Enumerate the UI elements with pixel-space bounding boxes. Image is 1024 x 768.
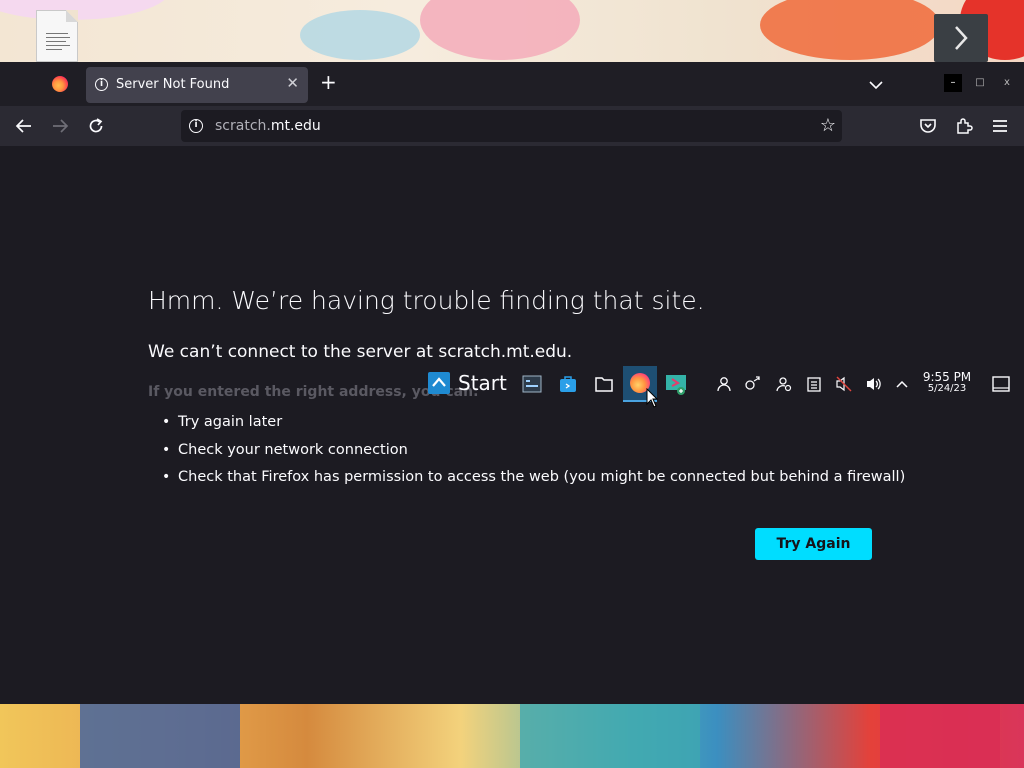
network-share-icon[interactable] [744,375,762,393]
list-all-tabs-chevron-icon[interactable] [868,76,884,95]
clipboard-icon[interactable] [805,375,823,393]
pocket-icon[interactable] [917,116,939,136]
remote-desktop-icon[interactable] [660,368,692,400]
list-item: Try again later [148,414,905,442]
clock-time: 9:55 PM [922,370,972,384]
volume-icon[interactable] [865,375,883,393]
new-tab-plus-icon[interactable]: + [320,72,337,92]
store-icon[interactable] [552,368,584,400]
list-item: Check that Firefox has permission to acc… [148,469,905,497]
info-icon: i [95,78,108,91]
task-view-icon[interactable] [516,368,548,400]
list-item: Check your network connection [148,442,905,470]
start-logo-icon [428,372,450,394]
show-desktop-icon[interactable] [992,375,1010,393]
site-info-icon[interactable]: i [189,119,203,133]
start-button[interactable]: Start [428,371,507,395]
suggestions-list: Try again later Check your network conne… [148,414,905,497]
window-minimize-button[interactable]: – [944,74,962,92]
user-settings-icon[interactable] [775,375,793,393]
firefox-logo-icon[interactable] [52,76,68,92]
error-title: Hmm. We’re having trouble finding that s… [148,286,705,315]
desktop-text-file-icon[interactable] [36,10,78,62]
desktop-next-arrow-icon[interactable] [934,14,988,62]
user-icon[interactable] [715,375,733,393]
window-close-button[interactable]: x [998,74,1016,92]
tab-title: Server Not Found [116,77,230,92]
tab-close-icon[interactable]: ✕ [286,74,299,92]
clock[interactable]: 9:55 PM 5/24/23 [920,370,974,394]
hamburger-menu-icon[interactable] [989,116,1011,136]
file-explorer-folder-icon[interactable] [588,368,620,400]
error-subtitle: We can’t connect to the server at scratc… [148,342,573,362]
mute-icon[interactable] [835,375,853,393]
back-arrow-icon[interactable] [13,116,35,136]
extensions-puzzle-icon[interactable] [953,116,975,136]
forward-arrow-icon[interactable] [49,116,71,136]
start-label: Start [458,371,507,395]
tab-active[interactable]: i Server Not Found ✕ [86,67,308,103]
url-bar[interactable]: i scratch.mt.edu ☆ [181,110,842,142]
bookmark-star-icon[interactable]: ☆ [820,115,836,136]
taskbar: Start 9:55 PM 5/24/23 [420,362,1024,408]
clock-date: 5/24/23 [927,383,967,394]
tab-bar: i Server Not Found ✕ + – □ x [0,62,1024,106]
url-text[interactable]: scratch.mt.edu [215,118,321,134]
window-maximize-button[interactable]: □ [971,74,989,92]
chevron-up-icon[interactable] [893,375,911,393]
reload-icon[interactable] [85,116,107,136]
try-again-button[interactable]: Try Again [755,528,872,560]
mouse-cursor-icon [646,387,659,412]
